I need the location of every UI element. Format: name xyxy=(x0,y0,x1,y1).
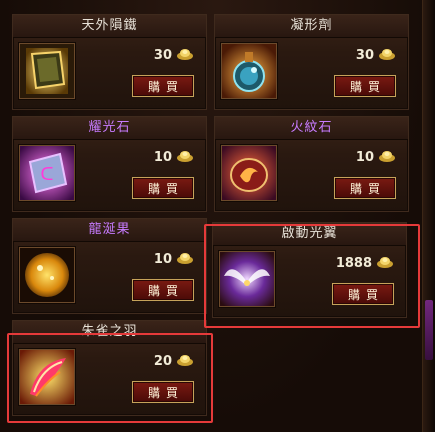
gold-ingot-icon xyxy=(177,151,193,162)
highlight-box xyxy=(7,333,213,423)
gold-ingot-icon xyxy=(177,49,193,60)
fire-stone-icon[interactable] xyxy=(221,145,277,201)
gold-ingot-icon xyxy=(379,151,395,162)
shop-item-card: 凝形劑 30 購買 xyxy=(214,14,409,110)
highlight-box xyxy=(204,224,420,328)
buy-button[interactable]: 購買 xyxy=(132,75,194,97)
shop-item-card: 龍涎果 10 購買 xyxy=(12,218,207,314)
buy-button[interactable]: 購買 xyxy=(334,177,396,199)
item-price: 10 xyxy=(153,150,172,165)
dragon-fruit-icon[interactable] xyxy=(19,247,75,303)
item-name: 耀光石 xyxy=(13,117,206,140)
purple-gem-icon[interactable]: ᑕ xyxy=(19,145,75,201)
buy-button[interactable]: 購買 xyxy=(132,279,194,301)
shop-item-card: 耀光石 ᑕ 10 購買 xyxy=(12,116,207,212)
potion-flask-icon[interactable] xyxy=(221,43,277,99)
item-name: 凝形劑 xyxy=(215,15,408,38)
gold-ingot-icon xyxy=(379,49,395,60)
buy-button[interactable]: 購買 xyxy=(132,177,194,199)
item-name: 龍涎果 xyxy=(13,219,206,242)
item-price: 10 xyxy=(153,252,172,267)
svg-text:ᑕ: ᑕ xyxy=(40,164,53,185)
gold-ingot-icon xyxy=(177,253,193,264)
tome-icon[interactable] xyxy=(19,43,75,99)
shop-panel: 天外隕鐵 30 購買 凝形劑 30 購買 耀光石 ᑕ 10 購買 火紋石 10 … xyxy=(0,0,435,432)
buy-button[interactable]: 購買 xyxy=(334,75,396,97)
shop-item-card: 火紋石 10 購買 xyxy=(214,116,409,212)
item-price: 10 xyxy=(355,150,374,165)
scrollbar-thumb[interactable] xyxy=(425,300,433,360)
scrollbar-track[interactable] xyxy=(422,0,435,432)
shop-item-card: 天外隕鐵 30 購買 xyxy=(12,14,207,110)
item-price: 30 xyxy=(355,48,374,63)
item-name: 火紋石 xyxy=(215,117,408,140)
item-price: 30 xyxy=(153,48,172,63)
item-name: 天外隕鐵 xyxy=(13,15,206,38)
